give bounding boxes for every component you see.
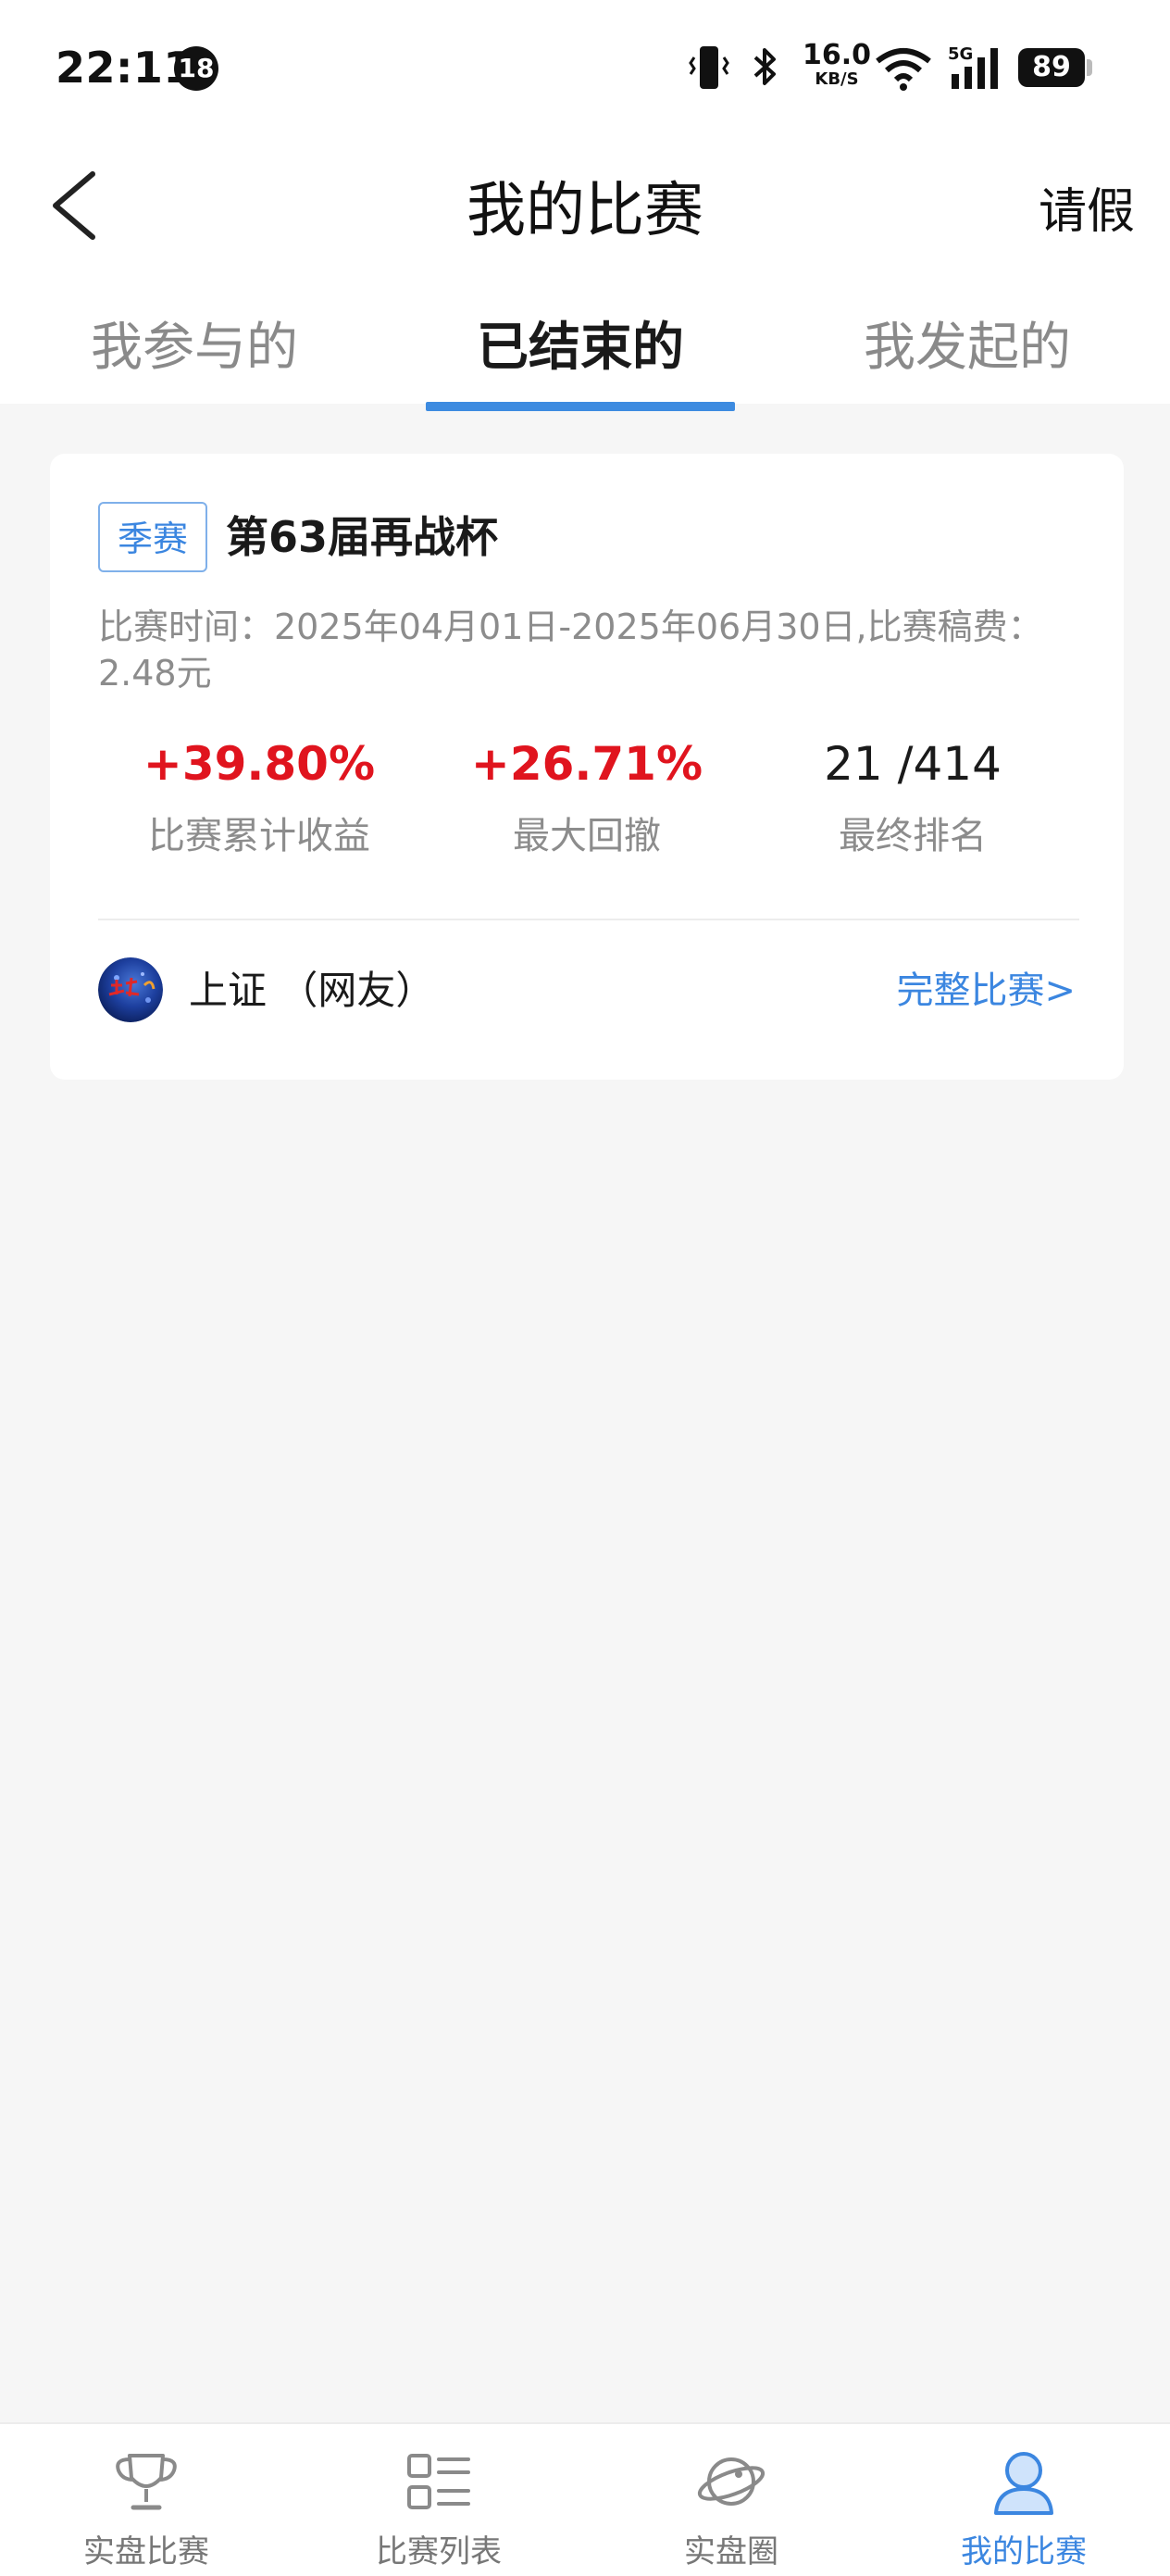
status-time: 22:11 bbox=[56, 43, 193, 93]
bottom-nav-label: 实盘圈 bbox=[684, 2533, 778, 2570]
list-icon bbox=[407, 2454, 470, 2509]
max-drawdown-label: 最大回撤 bbox=[513, 815, 661, 857]
season-tag: 季赛 bbox=[98, 502, 207, 572]
bottom-nav: 实盘比赛 比赛列表 实盘圈 我的比赛 bbox=[0, 2422, 1170, 2576]
avatar[interactable] bbox=[98, 957, 163, 1022]
final-rank-label: 最终排名 bbox=[839, 815, 987, 857]
cumulative-return-label: 比赛累计收益 bbox=[148, 815, 370, 857]
stat-cumulative-return: +39.80% 比赛累计收益 bbox=[93, 733, 426, 859]
network-speed-value: 16.0 bbox=[802, 39, 872, 71]
full-competition-link[interactable]: 完整比赛> bbox=[896, 963, 1076, 1019]
battery-icon bbox=[1087, 59, 1092, 76]
user-name: 上证 （网友） bbox=[189, 968, 435, 1013]
notification-badge: 18 bbox=[174, 46, 218, 91]
cellular-type: 5G bbox=[948, 44, 973, 64]
tab-participated[interactable]: 我参与的 bbox=[56, 306, 333, 381]
card-divider bbox=[98, 919, 1079, 920]
leave-button[interactable]: 请假 bbox=[1039, 172, 1135, 242]
network-speed-unit: KB/S bbox=[815, 69, 859, 89]
bluetooth-icon bbox=[748, 43, 781, 98]
page-title: 我的比赛 bbox=[467, 177, 703, 245]
battery-level: 89 bbox=[1018, 48, 1085, 87]
status-bar: 22:11 18 16.0 KB/S 5G 89 bbox=[0, 0, 1170, 139]
planet-icon bbox=[697, 2457, 765, 2506]
final-rank-value: 21 /414 bbox=[824, 737, 1002, 791]
max-drawdown-value: +26.71% bbox=[470, 737, 703, 791]
wifi-icon bbox=[874, 43, 933, 98]
stat-final-rank: 21 /414 最终排名 bbox=[746, 733, 1079, 859]
bottom-nav-my-competition[interactable]: 我的比赛 bbox=[878, 2424, 1170, 2576]
cellular-signal-icon: 5G bbox=[946, 43, 1007, 98]
tab-bar: 我参与的 已结束的 我发起的 bbox=[0, 294, 1170, 411]
status-icons: 16.0 KB/S 5G 89 bbox=[689, 41, 1096, 94]
bottom-nav-live-competition[interactable]: 实盘比赛 bbox=[0, 2424, 292, 2576]
network-speed: 16.0 KB/S bbox=[800, 41, 874, 89]
competition-title: 第63届再战杯 bbox=[226, 512, 499, 562]
competition-description: 比赛时间：2025年04月01日-2025年06月30日,比赛稿费：2.48元 bbox=[98, 606, 1043, 694]
tab-initiated[interactable]: 我发起的 bbox=[828, 306, 1106, 381]
bottom-nav-label: 我的比赛 bbox=[961, 2533, 1087, 2570]
cumulative-return-value: +39.80% bbox=[143, 737, 376, 791]
trophy-icon bbox=[116, 2454, 177, 2510]
active-tab-indicator bbox=[426, 402, 735, 411]
vibrate-icon bbox=[689, 43, 729, 98]
user-icon bbox=[994, 2452, 1053, 2515]
competition-card[interactable]: 季赛 第63届再战杯 比赛时间：2025年04月01日-2025年06月30日,… bbox=[50, 454, 1124, 1080]
tab-ended[interactable]: 已结束的 bbox=[442, 306, 719, 381]
bottom-nav-label: 实盘比赛 bbox=[83, 2533, 209, 2570]
bottom-nav-competition-list[interactable]: 比赛列表 bbox=[292, 2424, 585, 2576]
bottom-nav-label: 比赛列表 bbox=[376, 2533, 502, 2570]
stat-max-drawdown: +26.71% 最大回撤 bbox=[420, 733, 753, 859]
bottom-nav-live-circle[interactable]: 实盘圈 bbox=[585, 2424, 878, 2576]
